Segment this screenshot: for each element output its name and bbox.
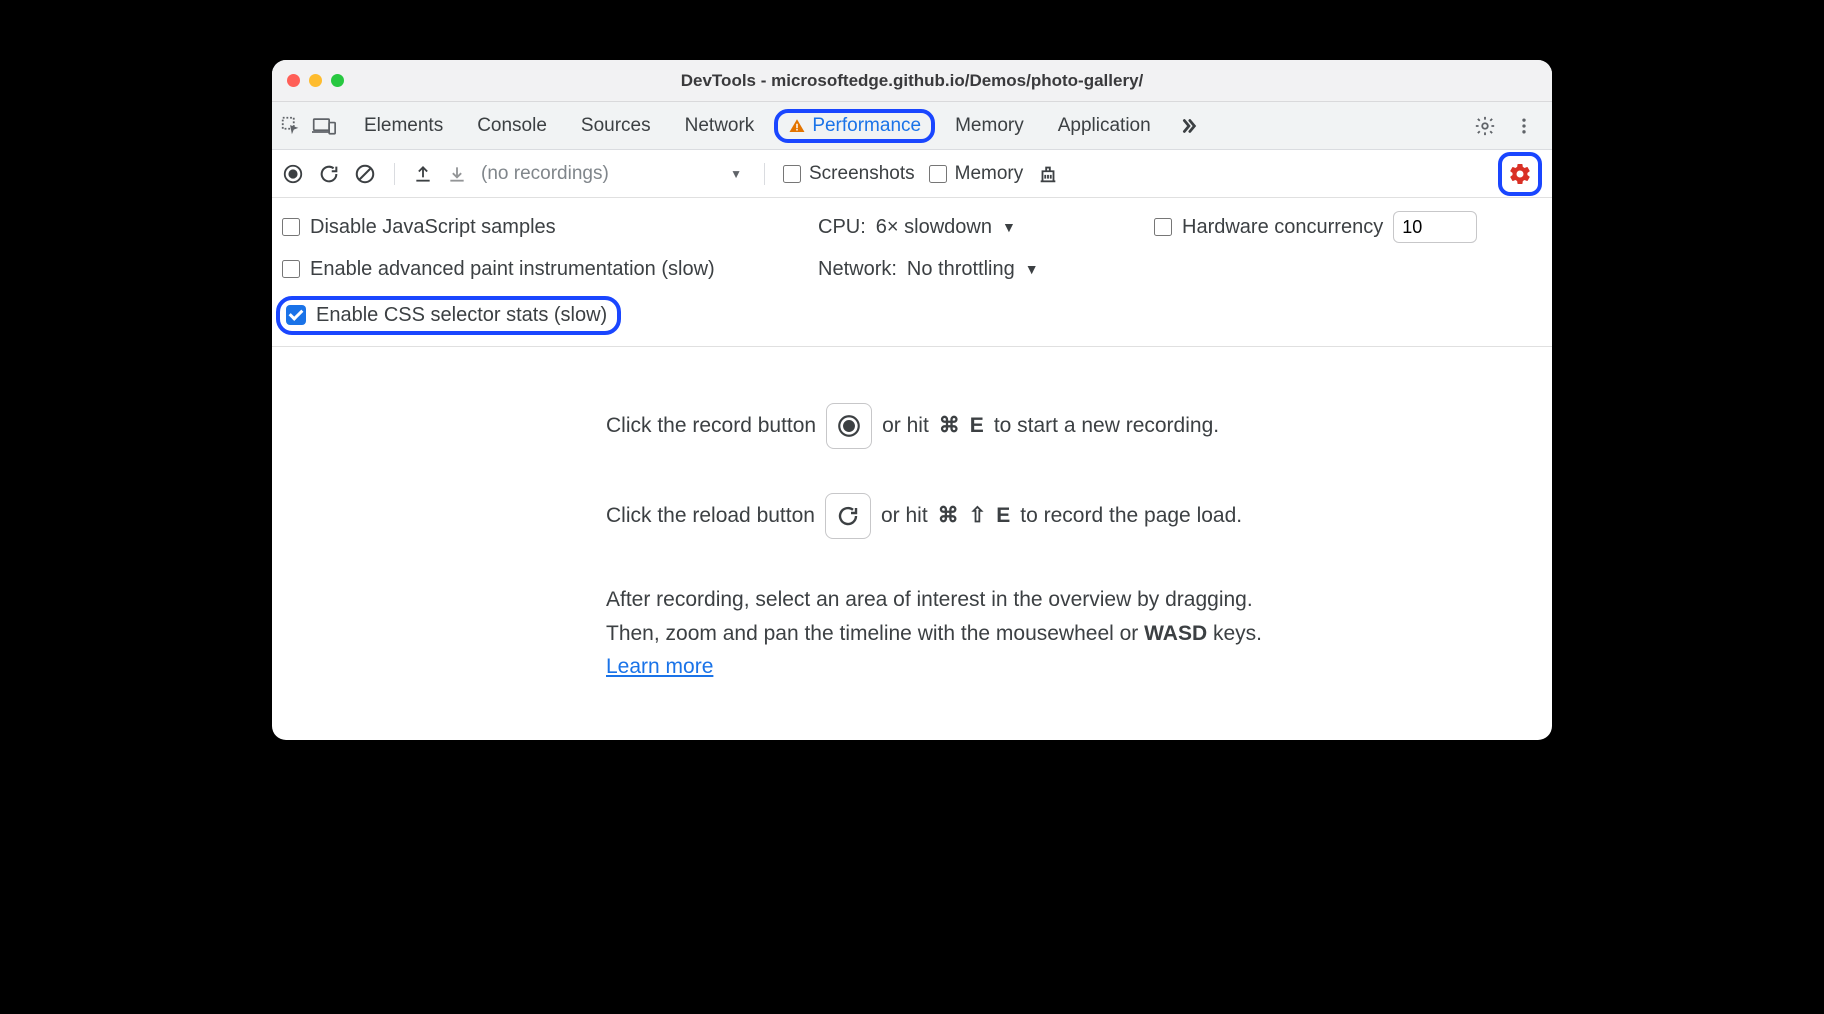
- record-button-icon[interactable]: [282, 163, 304, 185]
- disable-js-label: Disable JavaScript samples: [310, 216, 556, 239]
- reload-button-visual[interactable]: [825, 493, 871, 539]
- upload-profile-icon[interactable]: [413, 164, 433, 184]
- performance-toolbar: (no recordings) ▼ Screenshots Memory: [272, 150, 1552, 198]
- collect-garbage-icon[interactable]: [1037, 163, 1059, 185]
- enable-paint-label: Enable advanced paint instrumentation (s…: [310, 258, 715, 281]
- tab-memory[interactable]: Memory: [941, 109, 1038, 143]
- settings-gear-icon[interactable]: [1474, 115, 1496, 137]
- devtools-tabbar: Elements Console Sources Network Perform…: [272, 102, 1552, 150]
- cpu-throttling-select[interactable]: 6× slowdown ▼: [876, 216, 1016, 239]
- capture-settings-button[interactable]: [1498, 152, 1542, 196]
- download-profile-icon[interactable]: [447, 164, 467, 184]
- tab-performance[interactable]: Performance: [774, 109, 935, 143]
- reload-hint: Click the reload button or hit ⌘ ⇧ E to …: [606, 493, 1242, 539]
- chevron-down-icon: ▼: [730, 167, 742, 181]
- screenshots-checkbox[interactable]: Screenshots: [783, 163, 915, 185]
- traffic-lights: [272, 74, 344, 87]
- device-toolbar-icon[interactable]: [312, 115, 336, 137]
- network-label: Network:: [818, 258, 897, 281]
- tab-application[interactable]: Application: [1044, 109, 1165, 143]
- instructions-paragraph: After recording, select an area of inter…: [606, 583, 1262, 684]
- memory-label: Memory: [955, 163, 1024, 185]
- screenshots-checkbox-input[interactable]: [783, 165, 801, 183]
- enable-paint-checkbox[interactable]: [282, 260, 300, 278]
- clear-icon[interactable]: [354, 163, 376, 185]
- reload-record-icon[interactable]: [318, 163, 340, 185]
- performance-empty-state: Click the record button or hit ⌘ E to st…: [272, 347, 1552, 740]
- enable-css-checkbox[interactable]: [286, 305, 306, 325]
- minimize-window-button[interactable]: [309, 74, 322, 87]
- recordings-dropdown[interactable]: (no recordings) ▼: [481, 163, 746, 185]
- memory-checkbox[interactable]: Memory: [929, 163, 1024, 185]
- enable-paint-instrumentation-option[interactable]: Enable advanced paint instrumentation (s…: [282, 258, 782, 281]
- memory-checkbox-input[interactable]: [929, 165, 947, 183]
- network-throttling-select[interactable]: No throttling ▼: [907, 258, 1039, 281]
- disable-js-samples-option[interactable]: Disable JavaScript samples: [282, 216, 782, 239]
- kebab-menu-icon[interactable]: [1510, 115, 1538, 137]
- recordings-placeholder: (no recordings): [481, 163, 609, 185]
- more-tabs-icon[interactable]: [1171, 115, 1205, 137]
- window-titlebar: DevTools - microsoftedge.github.io/Demos…: [272, 60, 1552, 102]
- enable-css-label: Enable CSS selector stats (slow): [316, 304, 607, 327]
- chevron-down-icon: ▼: [1002, 219, 1016, 235]
- tab-elements[interactable]: Elements: [350, 109, 457, 143]
- screenshots-label: Screenshots: [809, 163, 915, 185]
- tab-network[interactable]: Network: [671, 109, 769, 143]
- learn-more-link[interactable]: Learn more: [606, 655, 713, 678]
- record-button-visual[interactable]: [826, 403, 872, 449]
- tab-performance-label: Performance: [812, 115, 921, 137]
- warning-icon: [788, 117, 806, 135]
- tab-sources[interactable]: Sources: [567, 109, 665, 143]
- hardware-concurrency-checkbox[interactable]: [1154, 218, 1172, 236]
- network-value: No throttling: [907, 258, 1015, 281]
- hardware-concurrency-label: Hardware concurrency: [1182, 216, 1383, 239]
- zoom-window-button[interactable]: [331, 74, 344, 87]
- chevron-down-icon: ▼: [1025, 261, 1039, 277]
- record-hint: Click the record button or hit ⌘ E to st…: [606, 403, 1219, 449]
- cpu-value: 6× slowdown: [876, 216, 992, 239]
- hardware-concurrency-input[interactable]: [1393, 211, 1477, 243]
- disable-js-checkbox[interactable]: [282, 218, 300, 236]
- cpu-label: CPU:: [818, 216, 866, 239]
- inspect-element-icon[interactable]: [280, 115, 302, 137]
- close-window-button[interactable]: [287, 74, 300, 87]
- hardware-concurrency-option[interactable]: Hardware concurrency: [1154, 211, 1477, 243]
- enable-css-selector-stats-option[interactable]: Enable CSS selector stats (slow): [276, 296, 621, 335]
- tab-console[interactable]: Console: [463, 109, 561, 143]
- devtools-window: DevTools - microsoftedge.github.io/Demos…: [272, 60, 1552, 740]
- capture-settings-panel: Disable JavaScript samples CPU: 6× slowd…: [272, 198, 1552, 347]
- window-title: DevTools - microsoftedge.github.io/Demos…: [272, 71, 1552, 91]
- gear-icon: [1508, 162, 1532, 186]
